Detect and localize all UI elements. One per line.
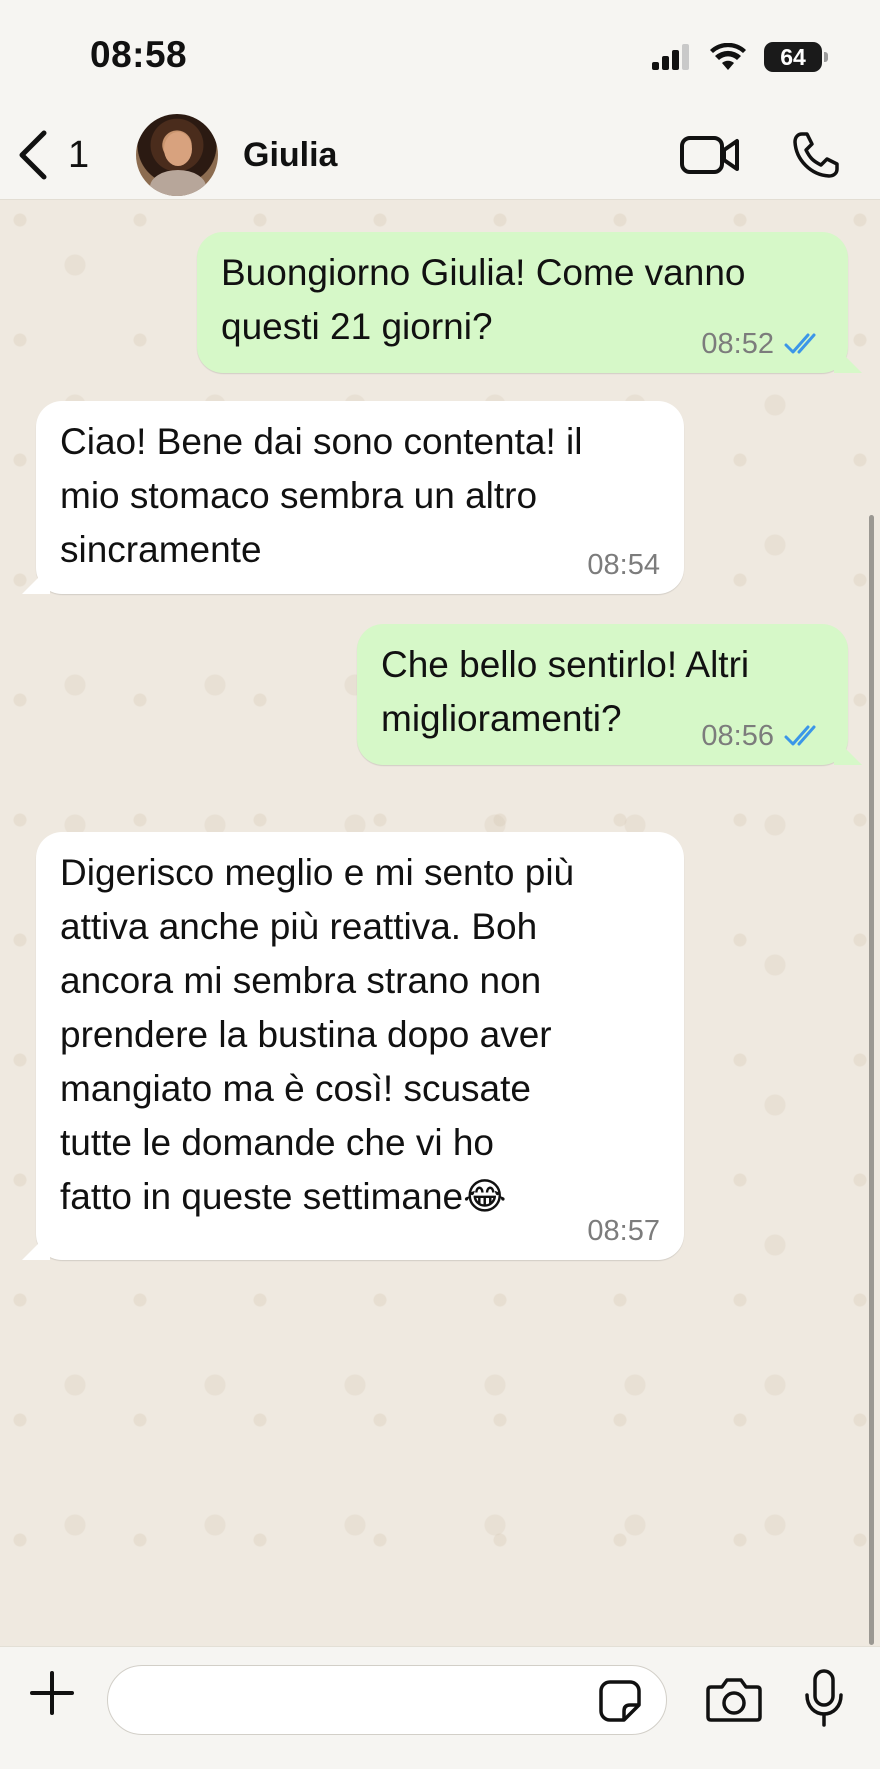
- message-bubble-outgoing[interactable]: Che bello sentirlo! Altri miglioramenti?…: [357, 624, 848, 765]
- battery-level: 64: [780, 43, 806, 70]
- status-bar: 08:58 64: [0, 0, 880, 110]
- chat-messages-area[interactable]: Buongiorno Giulia! Come vanno questi 21 …: [0, 200, 880, 1646]
- chat-header: 1 Giulia: [0, 110, 880, 200]
- scrollbar[interactable]: [869, 515, 874, 1645]
- message-meta: 08:52: [701, 329, 824, 359]
- microphone-icon[interactable]: [804, 1669, 844, 1727]
- header-actions: [680, 128, 840, 182]
- message-input[interactable]: [107, 1665, 667, 1735]
- message-time: 08:52: [701, 328, 774, 360]
- plus-icon[interactable]: [28, 1669, 76, 1717]
- message-time: 08:54: [587, 549, 660, 581]
- message-meta: 08:54: [587, 550, 660, 580]
- status-time: 08:58: [90, 34, 188, 75]
- status-icons: 64: [652, 40, 828, 74]
- message-meta: 08:56: [701, 721, 824, 751]
- avatar-face: [164, 132, 192, 166]
- message-bubble-incoming[interactable]: Ciao! Bene dai sono contenta! il mio sto…: [36, 401, 684, 594]
- message-bubble-outgoing[interactable]: Buongiorno Giulia! Come vanno questi 21 …: [197, 232, 848, 373]
- camera-icon[interactable]: [706, 1675, 762, 1723]
- whatsapp-chat-screen: 08:58 64 1 Giulia Buongiorno Giulia! Com…: [0, 0, 880, 1769]
- message-text: Ciao! Bene dai sono contenta! il mio sto…: [60, 421, 583, 570]
- message-bubble-incoming[interactable]: Digerisco meglio e mi sento più attiva a…: [36, 832, 684, 1260]
- signal-icon: [652, 44, 689, 70]
- message-time: 08:57: [587, 1215, 660, 1247]
- message-input-bar: [0, 1646, 880, 1769]
- message-text: Digerisco meglio e mi sento più attiva a…: [60, 852, 575, 1217]
- phone-icon[interactable]: [792, 131, 840, 179]
- message-time: 08:56: [701, 720, 774, 752]
- back-button[interactable]: 1: [14, 124, 89, 186]
- avatar-body: [150, 170, 206, 196]
- message-meta: 08:57: [587, 1216, 660, 1246]
- chevron-left-icon: [19, 130, 47, 180]
- double-check-read-icon: [784, 725, 816, 746]
- battery-indicator: 64: [764, 42, 828, 72]
- unread-count: 1: [68, 133, 90, 176]
- wifi-icon: [710, 43, 746, 70]
- contact-avatar[interactable]: [136, 114, 218, 196]
- sticker-icon[interactable]: [598, 1679, 642, 1723]
- contact-name[interactable]: Giulia: [243, 136, 337, 175]
- video-camera-icon[interactable]: [680, 135, 740, 175]
- double-check-read-icon: [784, 333, 816, 354]
